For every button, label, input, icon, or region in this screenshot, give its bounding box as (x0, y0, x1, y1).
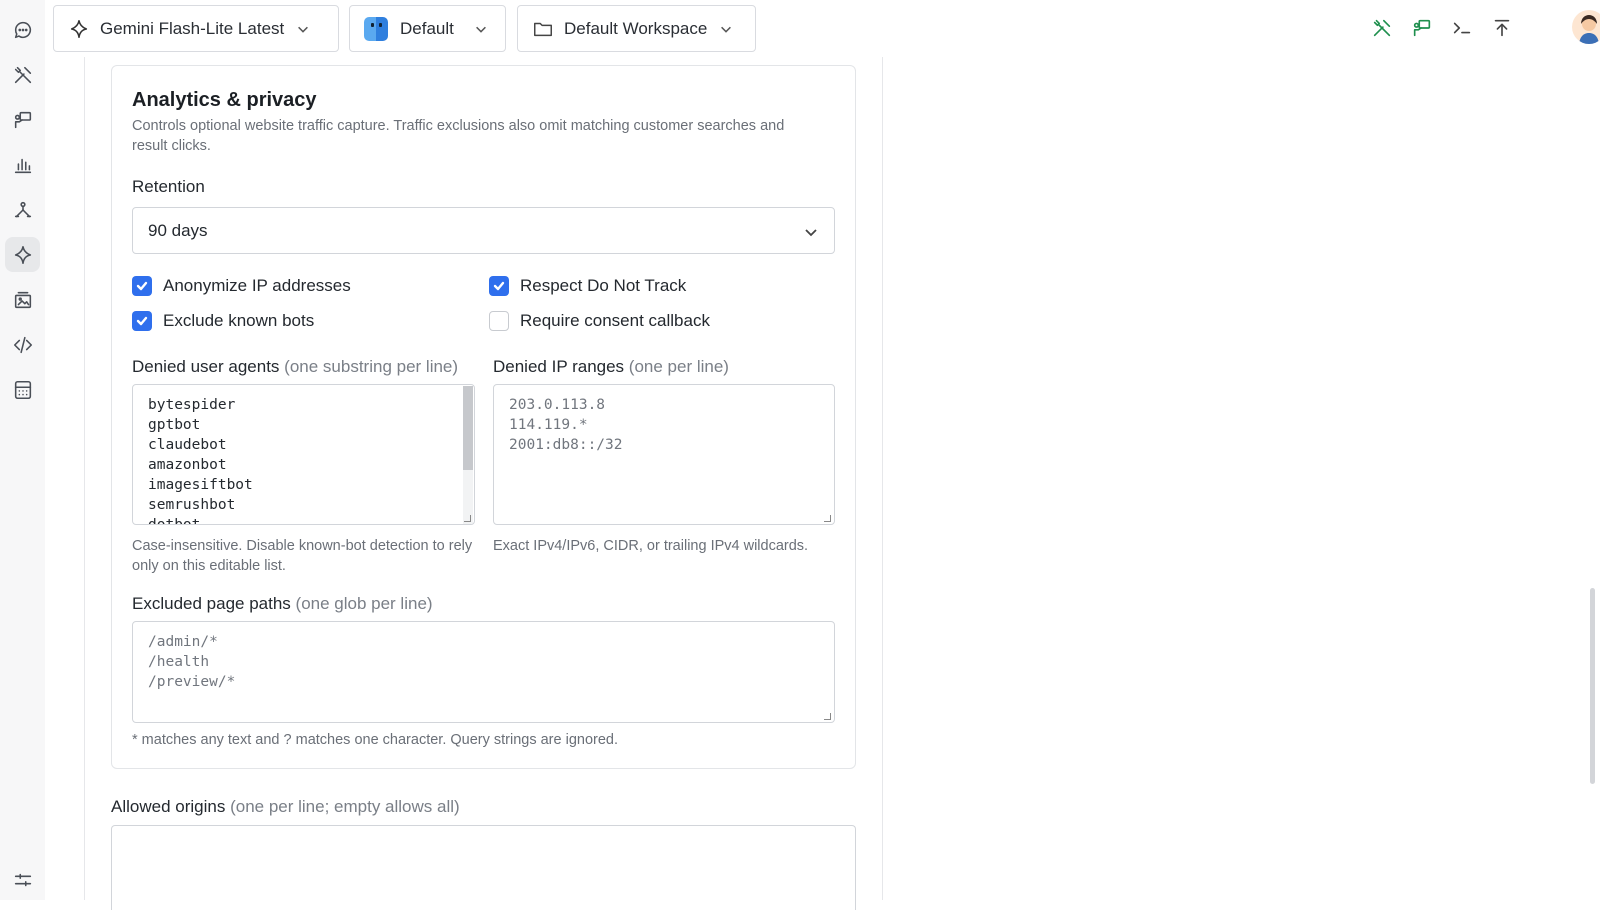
allowed-origins-title: Allowed origins (111, 797, 226, 816)
content-divider-left (84, 57, 85, 900)
avatar[interactable] (1572, 10, 1600, 44)
denied-agents-title: Denied user agents (132, 357, 280, 376)
chevron-down-icon (298, 26, 309, 33)
excluded-paths-title: Excluded page paths (132, 594, 291, 613)
code-icon[interactable] (5, 327, 40, 362)
denied-agents-value: bytespider gptbot claudebot amazonbot im… (148, 397, 253, 525)
left-sidebar (0, 0, 45, 900)
denied-ips-hint: (one per line) (628, 357, 729, 376)
denied-agents-hint: (one substring per line) (284, 357, 459, 376)
require-consent-label: Require consent callback (520, 311, 710, 330)
vector-pen-icon[interactable] (5, 192, 40, 227)
model-label: Gemini Flash-Lite Latest (100, 18, 285, 38)
denied-ips-note: Exact IPv4/IPv6, CIDR, or trailing IPv4 … (493, 538, 809, 554)
exclude-bots-label: Exclude known bots (163, 311, 315, 330)
chat-icon[interactable] (5, 12, 40, 47)
upload-icon[interactable] (1488, 14, 1516, 42)
denied-agents-note: Case-insensitive. Disable known-bot dete… (132, 538, 473, 574)
workspace-label: Default Workspace (564, 18, 708, 38)
image-gallery-icon[interactable] (5, 282, 40, 317)
exclude-bots-checkbox[interactable]: Exclude known bots (132, 311, 314, 331)
checkbox-checked (489, 276, 509, 296)
profile-selector[interactable]: Default (349, 5, 506, 52)
bar-chart-icon[interactable] (5, 147, 40, 182)
textarea-scroll-thumb[interactable] (463, 386, 473, 470)
sliders-icon[interactable] (5, 862, 40, 897)
calculator-icon[interactable] (5, 372, 40, 407)
model-selector[interactable]: Gemini Flash-Lite Latest (53, 5, 339, 52)
denied-ips-textarea[interactable]: 203.0.113.8 114.119.* 2001:db8::/32 (493, 384, 835, 525)
profile-label: Default (400, 18, 454, 38)
checkbox-unchecked (489, 311, 509, 331)
denied-ips-title: Denied IP ranges (493, 357, 625, 376)
anonymize-ip-checkbox[interactable]: Anonymize IP addresses (132, 276, 351, 296)
retention-select[interactable]: 90 days (132, 207, 835, 254)
chevron-down-icon (721, 26, 732, 33)
respect-dnt-checkbox[interactable]: Respect Do Not Track (489, 276, 686, 296)
checkbox-checked (132, 311, 152, 331)
excluded-paths-placeholder: /admin/* /health /preview/* (148, 634, 236, 690)
resize-handle[interactable] (824, 515, 831, 522)
sparkle-icon (70, 19, 88, 38)
analytics-privacy-card: Analytics & privacy Controls optional we… (111, 65, 856, 769)
section-description: Controls optional website traffic captur… (132, 118, 785, 154)
chevron-down-icon (475, 26, 486, 33)
excluded-paths-label: Excluded page paths (one glob per line) (132, 594, 433, 614)
sparkle-icon[interactable] (5, 237, 40, 272)
allowed-origins-value (112, 826, 855, 846)
section-title: Analytics & privacy (132, 89, 317, 111)
denied-agents-label: Denied user agents (one substring per li… (132, 357, 458, 377)
terminal-icon[interactable] (1448, 14, 1476, 42)
resize-handle[interactable] (824, 713, 831, 720)
retention-label: Retention (132, 177, 205, 196)
respect-dnt-label: Respect Do Not Track (520, 276, 687, 295)
chevron-down-icon (805, 229, 817, 237)
allowed-origins-label: Allowed origins (one per line; empty all… (111, 797, 460, 817)
presentation-icon[interactable] (5, 102, 40, 137)
content-divider-right (882, 57, 883, 900)
denied-agents-textarea[interactable]: bytespider gptbot claudebot amazonbot im… (132, 384, 475, 525)
resize-handle[interactable] (464, 515, 471, 522)
workspace-selector[interactable]: Default Workspace (517, 5, 756, 52)
denied-ips-label: Denied IP ranges (one per line) (493, 357, 729, 377)
excluded-paths-textarea[interactable]: /admin/* /health /preview/* (132, 621, 835, 723)
tools-icon[interactable] (1368, 14, 1396, 42)
tools-icon[interactable] (5, 57, 40, 92)
checkbox-checked (132, 276, 152, 296)
retention-value: 90 days (148, 220, 208, 240)
require-consent-checkbox[interactable]: Require consent callback (489, 311, 710, 331)
folder-icon (534, 22, 552, 36)
excluded-paths-note: * matches any text and ? matches one cha… (132, 732, 619, 748)
allowed-origins-hint: (one per line; empty allows all) (230, 797, 460, 816)
finder-icon (364, 16, 388, 41)
allowed-origins-textarea[interactable] (111, 825, 856, 910)
presentation-icon[interactable] (1408, 14, 1436, 42)
page-scrollbar[interactable] (1590, 588, 1595, 784)
top-toolbar: Gemini Flash-Lite Latest Default Default… (45, 0, 1600, 57)
anonymize-ip-label: Anonymize IP addresses (163, 276, 351, 295)
denied-ips-placeholder: 203.0.113.8 114.119.* 2001:db8::/32 (509, 397, 623, 453)
excluded-paths-hint: (one glob per line) (295, 594, 433, 613)
